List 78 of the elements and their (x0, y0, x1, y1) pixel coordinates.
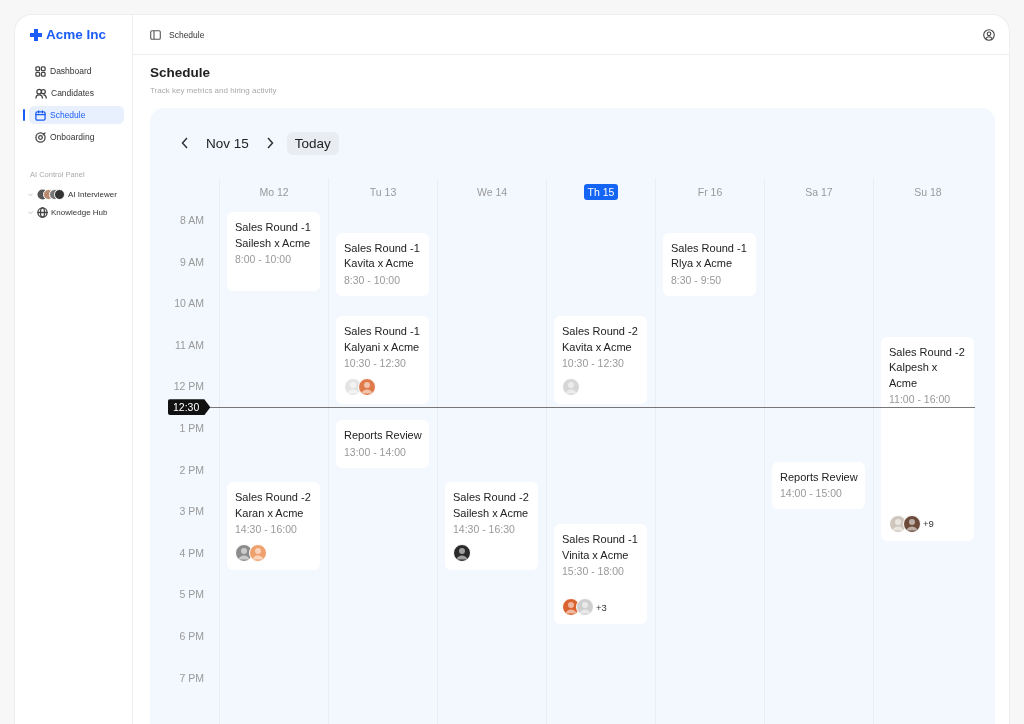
brand-name: Acme Inc (46, 27, 107, 42)
more-count: +9 (923, 518, 934, 530)
event-candidate: Karan x Acme (235, 505, 305, 521)
event-card[interactable]: Sales Round -1 Sailesh x Acme 8:00 - 10:00 (227, 212, 320, 292)
event-card[interactable]: Sales Round -2 Kavita x Acme 10:30 - 12:30 (554, 316, 647, 404)
hour-label: 9 AM (180, 254, 204, 269)
event-title: Sales Round -1 (562, 532, 639, 547)
event-title: Sales Round -2 (562, 324, 639, 339)
event-card[interactable]: Sales Round -1 Vinita x Acme 15:30 - 18:00 +3 (554, 524, 647, 624)
event-card[interactable]: Sales Round -2 Kalpesh x Acme 11:00 - 16:00 +9 (881, 336, 974, 541)
event-card[interactable]: Sales Round -1 Rlya x Acme 8:30 - 9:50 (663, 232, 756, 296)
hour-label: 2 PM (179, 462, 204, 477)
event-time: 8:30 - 10:00 (344, 272, 402, 288)
hour-label: 4 PM (179, 545, 204, 560)
people-icon (35, 87, 47, 99)
hour-label: 5 PM (179, 587, 204, 602)
day-header[interactable]: Th 15 (583, 184, 619, 200)
event-candidate: Sailesh x Acme (235, 235, 312, 251)
avatar-group-icon (37, 188, 65, 200)
event-title: Sales Round -2 (235, 490, 312, 506)
event-time: 8:00 - 10:00 (235, 252, 293, 267)
event-title: Sales Round -1 (235, 220, 312, 235)
event-candidate: Kalpesh x Acme (889, 360, 939, 391)
event-card[interactable]: Sales Round -2 Sailesh x Acme 14:30 - 16:30 (445, 482, 538, 571)
user-icon[interactable] (983, 28, 995, 41)
event-time: 14:30 - 16:00 (235, 522, 298, 538)
calendar-icon (35, 109, 46, 121)
event-card[interactable]: Sales Round -1 Kavita x Acme 8:30 - 10:00 (336, 232, 429, 296)
event-title: Sales Round -1 (671, 240, 748, 256)
event-time: 8:30 - 9:50 (671, 272, 723, 288)
page-subtitle: Track key metrics and hiring activity (150, 86, 278, 95)
event-candidate: Sailesh x Acme (453, 505, 530, 521)
hour-label: 1 PM (179, 421, 204, 435)
event-time: 10:30 - 12:30 (344, 356, 407, 371)
event-title: Sales Round -2 (453, 490, 530, 506)
hour-label: 7 PM (179, 670, 204, 685)
page-title: Schedule (150, 65, 212, 80)
event-candidate: Kavita x Acme (562, 339, 633, 355)
today-button[interactable]: Today (286, 131, 339, 155)
globe-icon (37, 206, 48, 218)
event-time: 10:30 - 12:30 (562, 356, 625, 371)
sidebar-item[interactable]: AI Interviewer (68, 189, 117, 199)
current-date: Nov 15 (206, 135, 249, 151)
event-title: Sales Round -1 (344, 240, 421, 256)
event-title: Sales Round -1 (344, 324, 421, 339)
sidebar-item[interactable]: Knowledge Hub (51, 207, 108, 217)
more-count: +3 (596, 601, 607, 613)
current-time-badge: 12:30 (168, 399, 211, 416)
event-time: 13:00 - 14:00 (344, 444, 407, 460)
sidebar-item[interactable]: Dashboard (29, 62, 124, 80)
sidebar-item[interactable]: Onboarding (29, 128, 124, 146)
hour-label: 3 PM (179, 504, 204, 519)
target-icon (35, 131, 46, 143)
event-card[interactable]: Sales Round -2 Karan x Acme 14:30 - 16:00 (227, 482, 320, 571)
sidebar-item[interactable]: Candidates (29, 84, 124, 102)
event-time: 15:30 - 18:00 (562, 564, 625, 579)
event-card[interactable]: Reports Review 14:00 - 15:00 (772, 461, 865, 510)
event-candidate: Vinita x Acme (562, 547, 630, 563)
breadcrumb: Schedule (169, 29, 205, 40)
event-title: Reports Review (344, 428, 422, 443)
logo-icon (30, 28, 42, 41)
event-time: 14:30 - 16:30 (453, 522, 516, 538)
event-title: Sales Round -2 (889, 344, 966, 360)
event-candidate: Kalyani x Acme (344, 339, 421, 355)
hour-label: 6 PM (179, 629, 204, 643)
hour-label: 8 AM (180, 213, 204, 227)
hour-label: 11 AM (175, 337, 204, 352)
hour-label: 10 AM (174, 296, 204, 311)
event-time: 14:00 - 15:00 (780, 486, 843, 502)
sidebar-toggle-icon[interactable] (150, 29, 161, 40)
event-candidate: Kavita x Acme (344, 256, 415, 272)
grid-icon (35, 65, 46, 77)
event-candidate: Rlya x Acme (671, 256, 734, 272)
event-card[interactable]: Sales Round -1 Kalyani x Acme 10:30 - 12:30 (336, 316, 429, 404)
event-card[interactable]: Reports Review 13:00 - 14:00 (336, 420, 429, 468)
event-title: Reports Review (780, 469, 858, 485)
hour-label: 12 PM (173, 379, 204, 394)
event-time: 11:00 - 16:00 (889, 392, 952, 408)
